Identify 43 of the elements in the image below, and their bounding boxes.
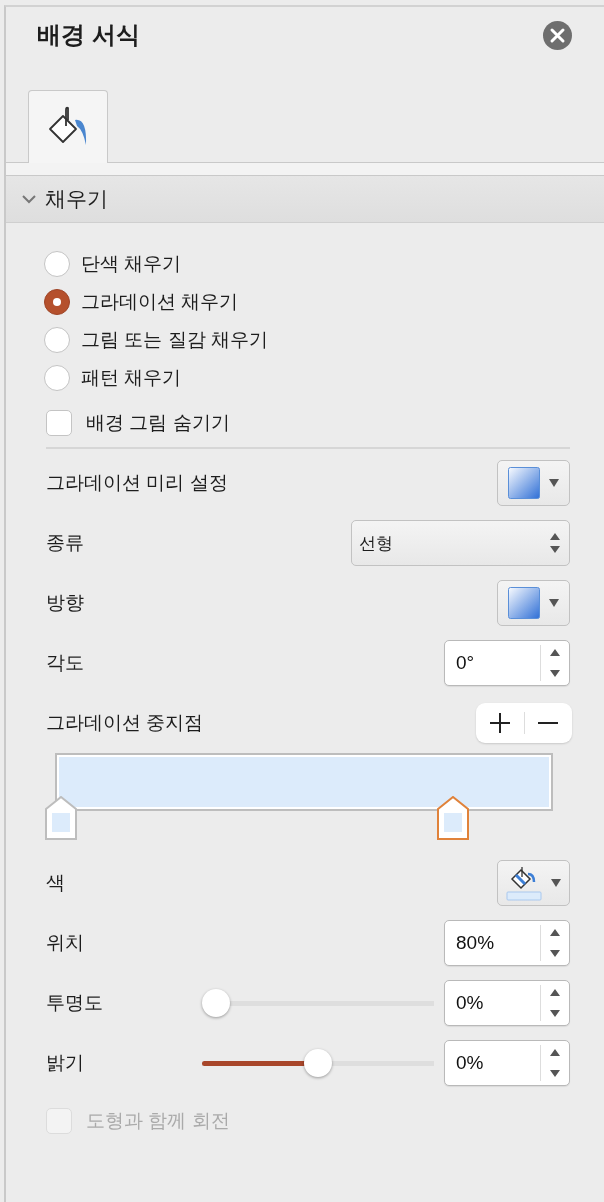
radio-label: 그라데이션 채우기 bbox=[81, 290, 239, 314]
field-label: 종류 bbox=[46, 531, 84, 555]
radio-button[interactable] bbox=[44, 289, 70, 315]
checkbox-label: 도형과 함께 회전 bbox=[86, 1109, 230, 1133]
field-label: 방향 bbox=[46, 591, 84, 615]
spin-field[interactable]: 0° bbox=[444, 640, 570, 686]
field-label: 위치 bbox=[46, 931, 84, 955]
field-label: 그라데이션 중지점 bbox=[46, 711, 204, 735]
pane-title: 배경 서식 bbox=[37, 20, 140, 50]
field-label: 밝기 bbox=[46, 1051, 84, 1075]
minus-icon bbox=[537, 721, 560, 725]
radio-label: 단색 채우기 bbox=[81, 252, 182, 276]
gradient-swatch-icon bbox=[508, 587, 540, 619]
checkbox[interactable] bbox=[46, 410, 72, 436]
radio-button[interactable] bbox=[44, 251, 70, 277]
radio-label: 패턴 채우기 bbox=[81, 366, 182, 390]
gradient-picker-button[interactable] bbox=[497, 580, 570, 626]
caret-icon bbox=[551, 879, 561, 887]
spin-field[interactable]: 80% bbox=[444, 920, 570, 966]
radio-button[interactable] bbox=[44, 365, 70, 391]
spin-field[interactable]: 0% bbox=[444, 980, 570, 1026]
slider-thumb[interactable] bbox=[202, 989, 230, 1017]
field-label: 색 bbox=[46, 871, 65, 895]
caret-icon bbox=[549, 599, 559, 607]
gradient-stop-handle[interactable] bbox=[45, 796, 77, 840]
close-icon[interactable] bbox=[543, 20, 572, 50]
paint-bucket-icon bbox=[506, 865, 542, 901]
field-label: 그라데이션 미리 설정 bbox=[46, 471, 228, 495]
field-label: 각도 bbox=[46, 651, 84, 675]
slider-thumb[interactable] bbox=[304, 1049, 332, 1077]
gradient-swatch-icon bbox=[508, 467, 540, 499]
spin-field[interactable]: 0% bbox=[444, 1040, 570, 1086]
caret-icon bbox=[549, 479, 559, 487]
checkbox-label: 배경 그림 숨기기 bbox=[86, 411, 230, 435]
section-header[interactable]: 채우기 bbox=[6, 176, 604, 223]
radio-button[interactable] bbox=[44, 327, 70, 353]
color-picker-button[interactable] bbox=[497, 860, 570, 906]
type-dropdown[interactable]: 선형 bbox=[351, 520, 570, 566]
plus-icon bbox=[488, 712, 511, 734]
radio-label: 그림 또는 질감 채우기 bbox=[81, 328, 268, 352]
field-label: 투명도 bbox=[46, 991, 103, 1015]
fill-tab[interactable] bbox=[28, 90, 108, 163]
gradient-picker-button[interactable] bbox=[497, 460, 570, 506]
